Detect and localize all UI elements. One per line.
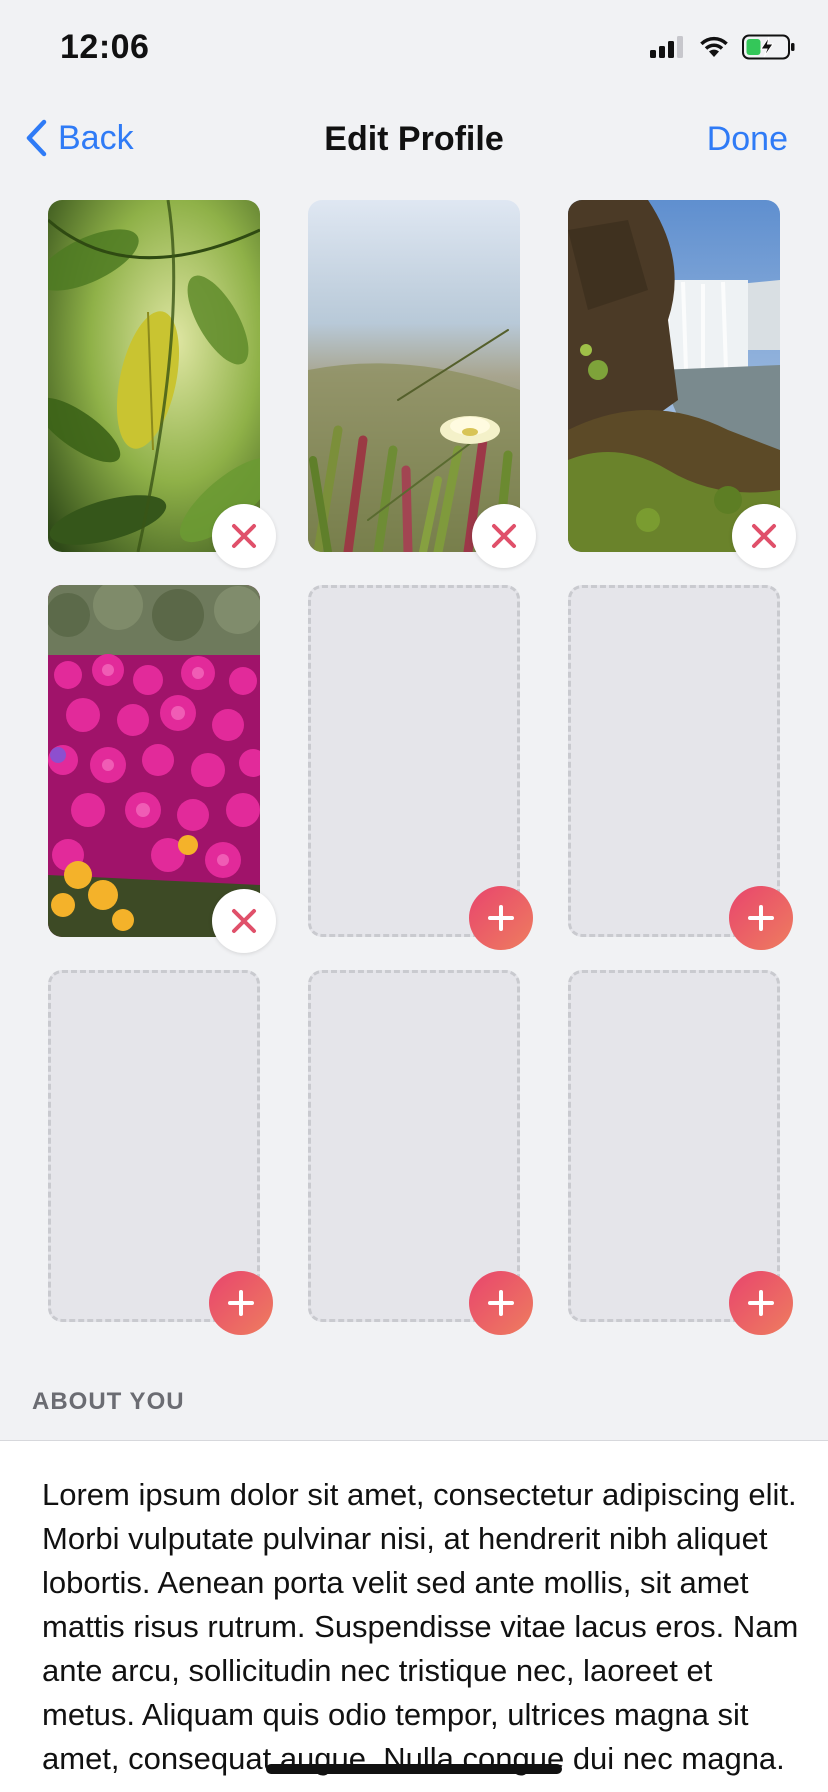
photo-slot-9-empty[interactable] (568, 970, 793, 1335)
navigation-bar: Back Edit Profile Done (0, 100, 828, 180)
remove-photo-button[interactable] (212, 889, 276, 953)
wifi-icon (700, 36, 728, 57)
about-text-area[interactable]: Lorem ipsum dolor sit amet, consectetur … (0, 1440, 828, 1792)
remove-photo-button[interactable] (472, 504, 536, 568)
page-title: Edit Profile (324, 120, 504, 158)
add-photo-button[interactable] (729, 886, 793, 950)
plus-icon (488, 905, 514, 931)
home-indicator (266, 1764, 562, 1774)
status-bar: 12:06 (0, 0, 828, 100)
edit-profile-screen: 12:06 Back Edit Profile Done ABOUT YOU L… (0, 0, 828, 1792)
plus-icon (228, 1290, 254, 1316)
photo-slot-1[interactable] (48, 200, 276, 568)
photo-waterfall (568, 200, 780, 552)
photo-white-flower (308, 200, 520, 552)
close-icon (232, 909, 256, 933)
photo-slot-6-empty[interactable] (568, 585, 793, 950)
add-photo-button[interactable] (209, 1271, 273, 1335)
close-icon (492, 524, 516, 548)
photo-grid (48, 200, 796, 1335)
photo-slot-7-empty[interactable] (48, 970, 273, 1335)
close-icon (232, 524, 256, 548)
plus-icon (488, 1290, 514, 1316)
about-text[interactable]: Lorem ipsum dolor sit amet, consectetur … (42, 1473, 802, 1781)
photo-slot-3[interactable] (568, 200, 796, 568)
done-button[interactable]: Done (707, 120, 788, 159)
add-photo-button[interactable] (729, 1271, 793, 1335)
add-photo-button[interactable] (469, 1271, 533, 1335)
photo-slot-5-empty[interactable] (308, 585, 533, 950)
about-section-header: ABOUT YOU (32, 1388, 185, 1415)
plus-icon (748, 905, 774, 931)
battery-charging-icon (742, 34, 795, 60)
close-icon (752, 524, 776, 548)
status-time: 12:06 (60, 28, 150, 66)
add-photo-button[interactable] (469, 886, 533, 950)
photo-magenta-flowers (48, 585, 260, 937)
remove-photo-button[interactable] (212, 504, 276, 568)
photo-leaves (48, 200, 260, 552)
photo-slot-8-empty[interactable] (308, 970, 533, 1335)
cellular-signal-icon (650, 36, 683, 58)
status-icons (650, 34, 796, 60)
photo-slot-4[interactable] (48, 585, 276, 953)
remove-photo-button[interactable] (732, 504, 796, 568)
photo-slot-2[interactable] (308, 200, 536, 568)
plus-icon (748, 1290, 774, 1316)
